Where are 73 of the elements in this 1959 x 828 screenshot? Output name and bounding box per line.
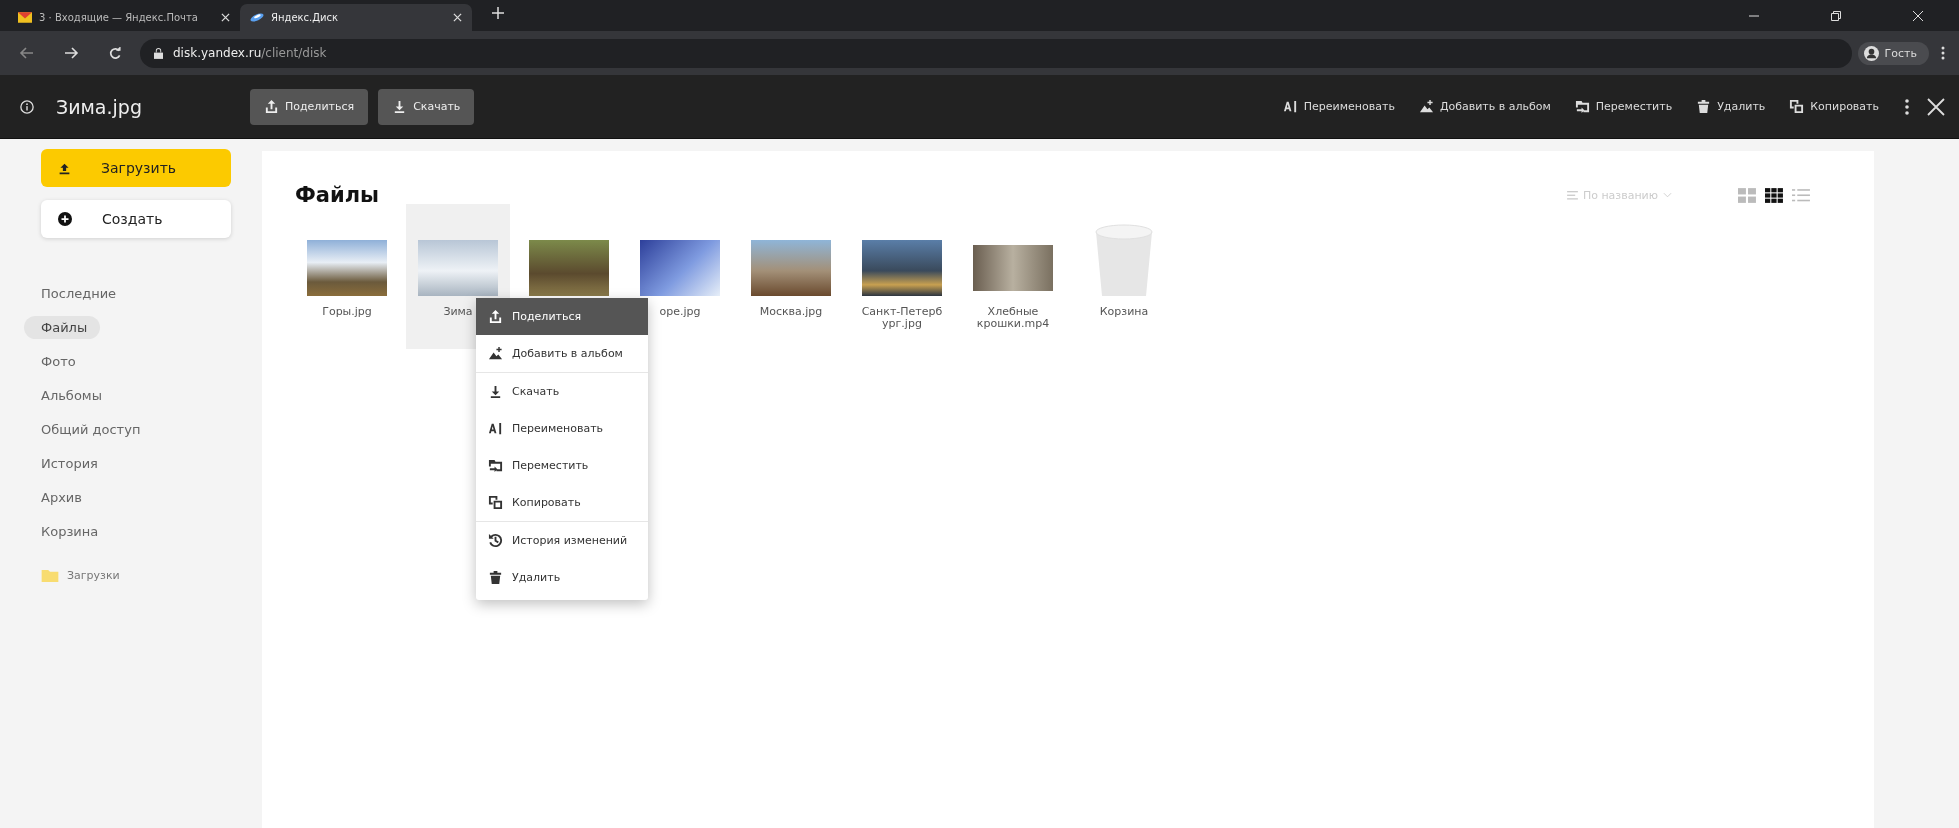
close-icon[interactable]	[453, 13, 462, 22]
photo-placeholder[interactable]	[862, 240, 942, 296]
more-icon[interactable]	[1905, 98, 1909, 115]
sidebar-item[interactable]: Корзина	[24, 520, 112, 543]
file-name: Хлебные крошки.mp4	[976, 306, 1050, 331]
info-icon[interactable]	[20, 99, 34, 114]
file-name: Москва.jpg	[759, 306, 823, 319]
sort-icon	[1566, 190, 1578, 200]
sidebar-item[interactable]: История	[24, 452, 111, 475]
history-icon	[488, 533, 503, 548]
copy-icon	[1789, 99, 1805, 114]
create-button[interactable]: Создать	[41, 200, 231, 238]
share-icon	[264, 99, 279, 114]
file-name: Корзина	[1099, 306, 1149, 319]
browser-tab[interactable]: Яндекс.Диск	[240, 4, 472, 31]
page-title: Файлы	[295, 183, 380, 207]
toolbar-button[interactable]: Поделиться	[250, 88, 369, 125]
file-name: Санкт-Петерб ург.jpg	[861, 306, 943, 331]
chevron-down-icon	[1663, 192, 1672, 198]
toolbar-button[interactable]: Удалить	[1696, 99, 1766, 114]
menu-item[interactable]: Удалить	[476, 559, 648, 596]
menu-item[interactable]: Переместить	[476, 447, 648, 484]
folder-icon	[41, 569, 59, 582]
profile-button[interactable]: Гость	[1857, 41, 1929, 65]
avatar-icon	[1863, 45, 1879, 61]
share-icon	[488, 309, 503, 324]
video-placeholder[interactable]	[973, 245, 1053, 291]
sidebar-item[interactable]: Альбомы	[24, 384, 115, 407]
copy-icon	[488, 495, 503, 510]
address-field[interactable]: disk.yandex.ru/client/disk	[140, 38, 1852, 68]
envelope-icon	[18, 12, 32, 23]
delete-icon	[1696, 99, 1712, 114]
sidebar-item[interactable]: Последние	[24, 282, 130, 305]
sidebar-item[interactable]: Фото	[24, 350, 89, 373]
menu-item[interactable]: История изменений	[476, 522, 648, 559]
sidebar-item[interactable]: Файлы	[24, 316, 101, 339]
toolbar-button[interactable]: Добавить в альбом	[1418, 99, 1551, 114]
move-icon	[488, 458, 503, 473]
close-icon[interactable]	[221, 13, 230, 22]
move-icon	[1574, 99, 1590, 114]
folder-item[interactable]: Загрузки	[41, 569, 262, 582]
browser-tab[interactable]: 3 · Входящие — Яндекс.Почта	[8, 4, 240, 31]
delete-icon	[488, 570, 503, 585]
menu-item[interactable]: Переименовать	[476, 410, 648, 447]
toolbar-button[interactable]: Копировать	[1789, 99, 1879, 114]
disk-logo-icon	[250, 12, 264, 23]
plus-circle-icon	[58, 212, 72, 226]
grid-view-icon[interactable]	[1765, 187, 1784, 203]
lock-icon	[154, 47, 163, 59]
close-icon[interactable]	[1927, 97, 1945, 116]
menu-item[interactable]: Копировать	[476, 484, 648, 521]
toolbar-button[interactable]: Скачать	[378, 88, 475, 125]
upload-button[interactable]: Загрузить	[41, 149, 231, 187]
menu-item[interactable]: Поделиться	[476, 298, 648, 335]
sidebar-item[interactable]: Общий доступ	[24, 418, 154, 441]
toolbar-button[interactable]: Переименовать	[1282, 99, 1395, 114]
file-name: оре.jpg	[659, 306, 701, 319]
photo-placeholder[interactable]	[307, 240, 387, 296]
upload-icon	[58, 161, 71, 175]
sidebar-item[interactable]: Архив	[24, 486, 95, 509]
rename-icon	[1282, 99, 1298, 114]
menu-item[interactable]: Скачать	[476, 373, 648, 410]
download-icon	[488, 384, 503, 399]
file-name: Зима.jpg	[56, 95, 143, 118]
album-icon	[488, 346, 503, 361]
album-icon	[1418, 99, 1434, 114]
rename-icon	[488, 421, 503, 436]
menu-icon[interactable]	[1941, 46, 1945, 60]
photo-placeholder[interactable]	[751, 240, 831, 296]
file-name: Зима	[443, 306, 473, 319]
toolbar-button[interactable]: Переместить	[1574, 99, 1673, 114]
photo-placeholder[interactable]	[640, 240, 720, 296]
file-name: Горы.jpg	[322, 306, 372, 319]
